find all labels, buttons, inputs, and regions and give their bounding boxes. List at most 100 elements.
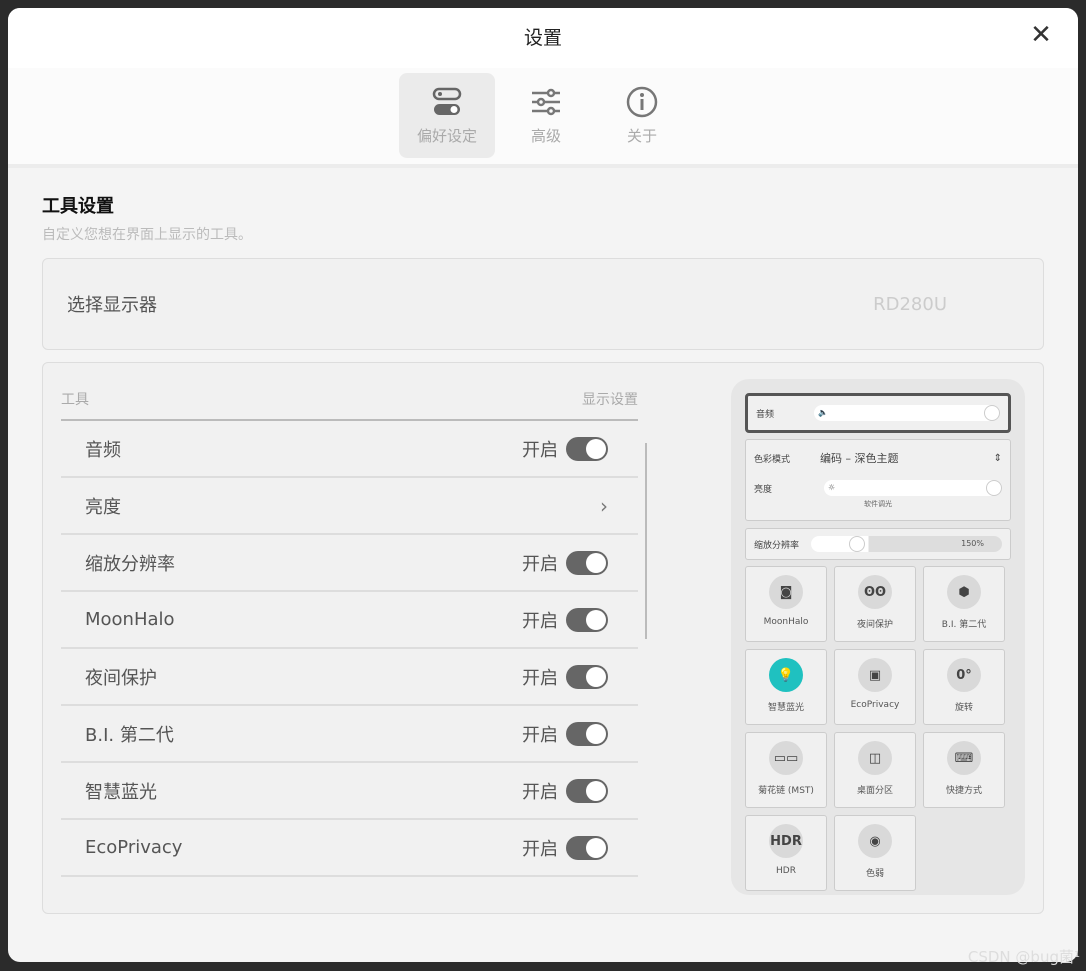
- tile-label: B.I. 第二代: [941, 620, 987, 630]
- tile-grid: ◙ MoonHalo ʘʘ 夜间保护 ⬢ B.I. 第二代 💡 智慧蓝光 ▣ EcoPrivacy…: [745, 566, 1011, 891]
- state-label: 开启: [522, 610, 558, 632]
- toggle-group: 开启: [522, 835, 608, 861]
- preview-tile: ⌨ 快捷方式: [923, 732, 1005, 808]
- watermark: CSDN @bug菌¹: [967, 948, 1080, 966]
- toggle-switch[interactable]: [566, 721, 608, 746]
- tool-name: MoonHalo: [85, 609, 175, 630]
- tool-name: 亮度: [85, 496, 121, 518]
- monitor-value: RD280U: [873, 293, 947, 315]
- scale-slider: 150%: [811, 536, 1002, 552]
- tile-glyph: ◙: [779, 584, 793, 600]
- tab-preferences[interactable]: 偏好设定: [399, 73, 495, 158]
- tile-label: 色弱: [865, 869, 884, 879]
- scrollbar[interactable]: [645, 443, 647, 639]
- preview-tile: HDR HDR: [745, 815, 827, 891]
- tile-label: 桌面分区: [856, 786, 893, 796]
- tile-label: EcoPrivacy: [850, 700, 900, 710]
- tool-name: 夜间保护: [85, 667, 157, 689]
- preview-tile: ◫ 桌面分区: [834, 732, 916, 808]
- preview-tile: ◉ 色弱: [834, 815, 916, 891]
- tile-label: HDR: [776, 866, 796, 876]
- tile-glyph: ▣: [868, 667, 882, 683]
- monitor-label: 选择显示器: [67, 295, 157, 316]
- updown-icon: ⇕: [993, 452, 1002, 464]
- preview-tile: ▣ EcoPrivacy: [834, 649, 916, 725]
- preview-scale: 缩放分辨率 150%: [745, 528, 1011, 560]
- toggle-group: 开启: [522, 778, 608, 804]
- rotate-icon: 0°: [947, 658, 981, 692]
- col-tool: 工具: [61, 392, 89, 408]
- tab-label: 高级: [530, 127, 561, 145]
- eye-icon: ◉: [858, 824, 892, 858]
- keyboard-shortcut-icon: ⌨: [947, 741, 981, 775]
- toggle-group: 开启: [522, 664, 608, 690]
- toggle-group: 开启: [522, 607, 608, 633]
- chevron-right-icon[interactable]: ›: [600, 494, 608, 518]
- col-display: 显示设置: [582, 392, 638, 408]
- tool-name: EcoPrivacy: [85, 837, 183, 858]
- tile-glyph: 0°: [956, 667, 972, 683]
- preview-tile: 💡 智慧蓝光: [745, 649, 827, 725]
- owl-icon: ʘʘ: [858, 575, 892, 609]
- tool-row: 夜间保护 开启: [61, 649, 638, 706]
- brightness-caption: 软件调光: [864, 500, 892, 508]
- audio-label: 音频: [756, 409, 775, 420]
- tool-list: 工具 显示设置 音频 开启 亮度 › 缩放分辨率 开启 MoonHalo 开启 夜间保护 开启 B.…: [61, 389, 638, 877]
- state-label: 开启: [522, 553, 558, 575]
- tile-glyph: ▭▭: [773, 750, 799, 766]
- tool-row: 音频 开启: [61, 421, 638, 478]
- window-title: 设置: [523, 27, 562, 49]
- state-label: 开启: [522, 724, 558, 746]
- tool-name: B.I. 第二代: [85, 724, 174, 746]
- tool-row: MoonHalo 开启: [61, 592, 638, 649]
- tile-glyph: HDR: [770, 833, 802, 849]
- tile-glyph: 💡: [777, 667, 795, 683]
- bi-gen2-icon: ⬢: [947, 575, 981, 609]
- sliders-icon: [532, 88, 560, 116]
- state-label: 开启: [522, 667, 558, 689]
- preview-tile: ʘʘ 夜间保护: [834, 566, 916, 642]
- preview-audio: 音频 🔈: [745, 393, 1011, 433]
- list-header: 工具 显示设置: [61, 389, 638, 421]
- content: 工具设置 自定义您想在界面上显示的工具。 选择显示器 RD280U 工具 显示设…: [8, 168, 1078, 938]
- tool-row: 智慧蓝光 开启: [61, 763, 638, 820]
- tab-bar: 偏好设定 高级 关于: [8, 68, 1078, 168]
- toggle-group: 开启: [522, 550, 608, 576]
- tab-advanced[interactable]: 高级: [501, 73, 591, 158]
- state-label: 开启: [522, 838, 558, 860]
- toggle-switch[interactable]: [566, 607, 608, 632]
- tab-about[interactable]: 关于: [597, 73, 687, 158]
- tile-label: MoonHalo: [763, 617, 809, 627]
- tile-glyph: ⬢: [958, 584, 970, 600]
- toggle-switch[interactable]: [566, 550, 608, 575]
- toggle-switch[interactable]: [566, 664, 608, 689]
- preview-tile: ▭▭ 菊花链 (MST): [745, 732, 827, 808]
- tab-label: 偏好设定: [416, 127, 477, 145]
- tile-label: 旋转: [954, 703, 973, 713]
- preview-tile: ⬢ B.I. 第二代: [923, 566, 1005, 642]
- toggle-switch[interactable]: [566, 778, 608, 803]
- section-title: 工具设置: [42, 196, 114, 217]
- toggle-switch[interactable]: [566, 835, 608, 860]
- tile-glyph: ⌨: [954, 750, 974, 766]
- preview-color-brightness: 色彩模式 编码 – 深色主题 ⇕ 亮度 ☼ 软件调光: [745, 439, 1011, 521]
- title-bar: 设置 ✕: [8, 8, 1078, 68]
- eco-privacy-icon: ▣: [858, 658, 892, 692]
- daisy-chain-icon: ▭▭: [769, 741, 803, 775]
- scale-label: 缩放分辨率: [754, 540, 800, 551]
- tab-label: 关于: [626, 127, 657, 145]
- toggle-group: 开启: [522, 436, 608, 462]
- tile-glyph: ◉: [869, 833, 881, 849]
- bulb-icon: 💡: [769, 658, 803, 692]
- close-icon[interactable]: ✕: [1026, 20, 1056, 50]
- info-icon: [626, 86, 658, 118]
- tools-card: 工具 显示设置 音频 开启 亮度 › 缩放分辨率 开启 MoonHalo 开启 夜间保护 开启 B.…: [42, 362, 1044, 914]
- tile-label: 菊花链 (MST): [758, 786, 814, 796]
- toggle-switch[interactable]: [566, 436, 608, 461]
- tool-row: 亮度 ›: [61, 478, 638, 535]
- tool-name: 音频: [85, 439, 121, 461]
- state-label: 开启: [522, 781, 558, 803]
- brightness-slider: ☼: [824, 480, 1002, 496]
- tile-label: 快捷方式: [945, 786, 982, 796]
- monitor-selector[interactable]: 选择显示器 RD280U: [42, 258, 1044, 350]
